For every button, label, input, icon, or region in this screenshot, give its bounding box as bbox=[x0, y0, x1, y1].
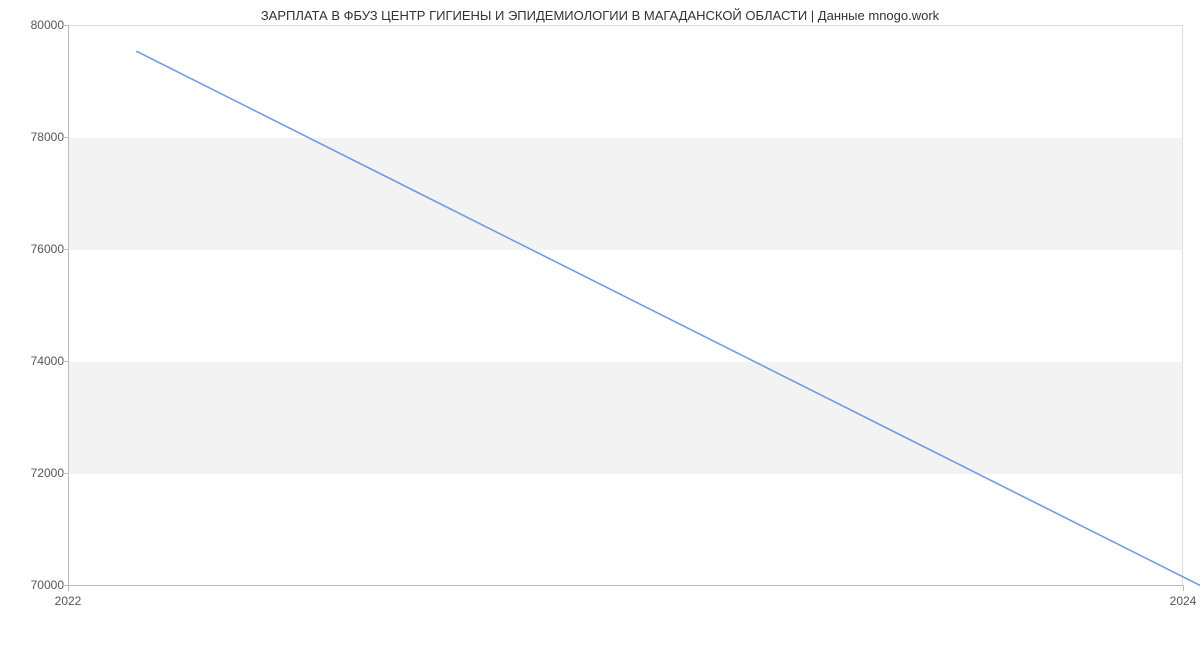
x-tick-mark bbox=[1183, 585, 1184, 591]
y-axis bbox=[68, 25, 69, 585]
y-tick-label: 72000 bbox=[4, 466, 64, 480]
y-tick-label: 76000 bbox=[4, 242, 64, 256]
x-tick-label: 2024 bbox=[1170, 594, 1197, 608]
y-tick-mark bbox=[62, 25, 68, 26]
line-series bbox=[136, 51, 1200, 611]
y-tick-label: 78000 bbox=[4, 130, 64, 144]
y-tick-mark bbox=[62, 137, 68, 138]
y-tick-mark bbox=[62, 249, 68, 250]
plot-area bbox=[68, 25, 1183, 585]
x-tick-label: 2022 bbox=[55, 594, 82, 608]
y-tick-label: 70000 bbox=[4, 578, 64, 592]
y-tick-mark bbox=[62, 473, 68, 474]
x-axis bbox=[68, 585, 1183, 586]
y-tick-label: 74000 bbox=[4, 354, 64, 368]
y-tick-mark bbox=[62, 361, 68, 362]
y-tick-label: 80000 bbox=[4, 18, 64, 32]
chart-container: ЗАРПЛАТА В ФБУЗ ЦЕНТР ГИГИЕНЫ И ЭПИДЕМИО… bbox=[0, 0, 1200, 650]
chart-title: ЗАРПЛАТА В ФБУЗ ЦЕНТР ГИГИЕНЫ И ЭПИДЕМИО… bbox=[0, 8, 1200, 23]
x-tick-mark bbox=[68, 585, 69, 591]
